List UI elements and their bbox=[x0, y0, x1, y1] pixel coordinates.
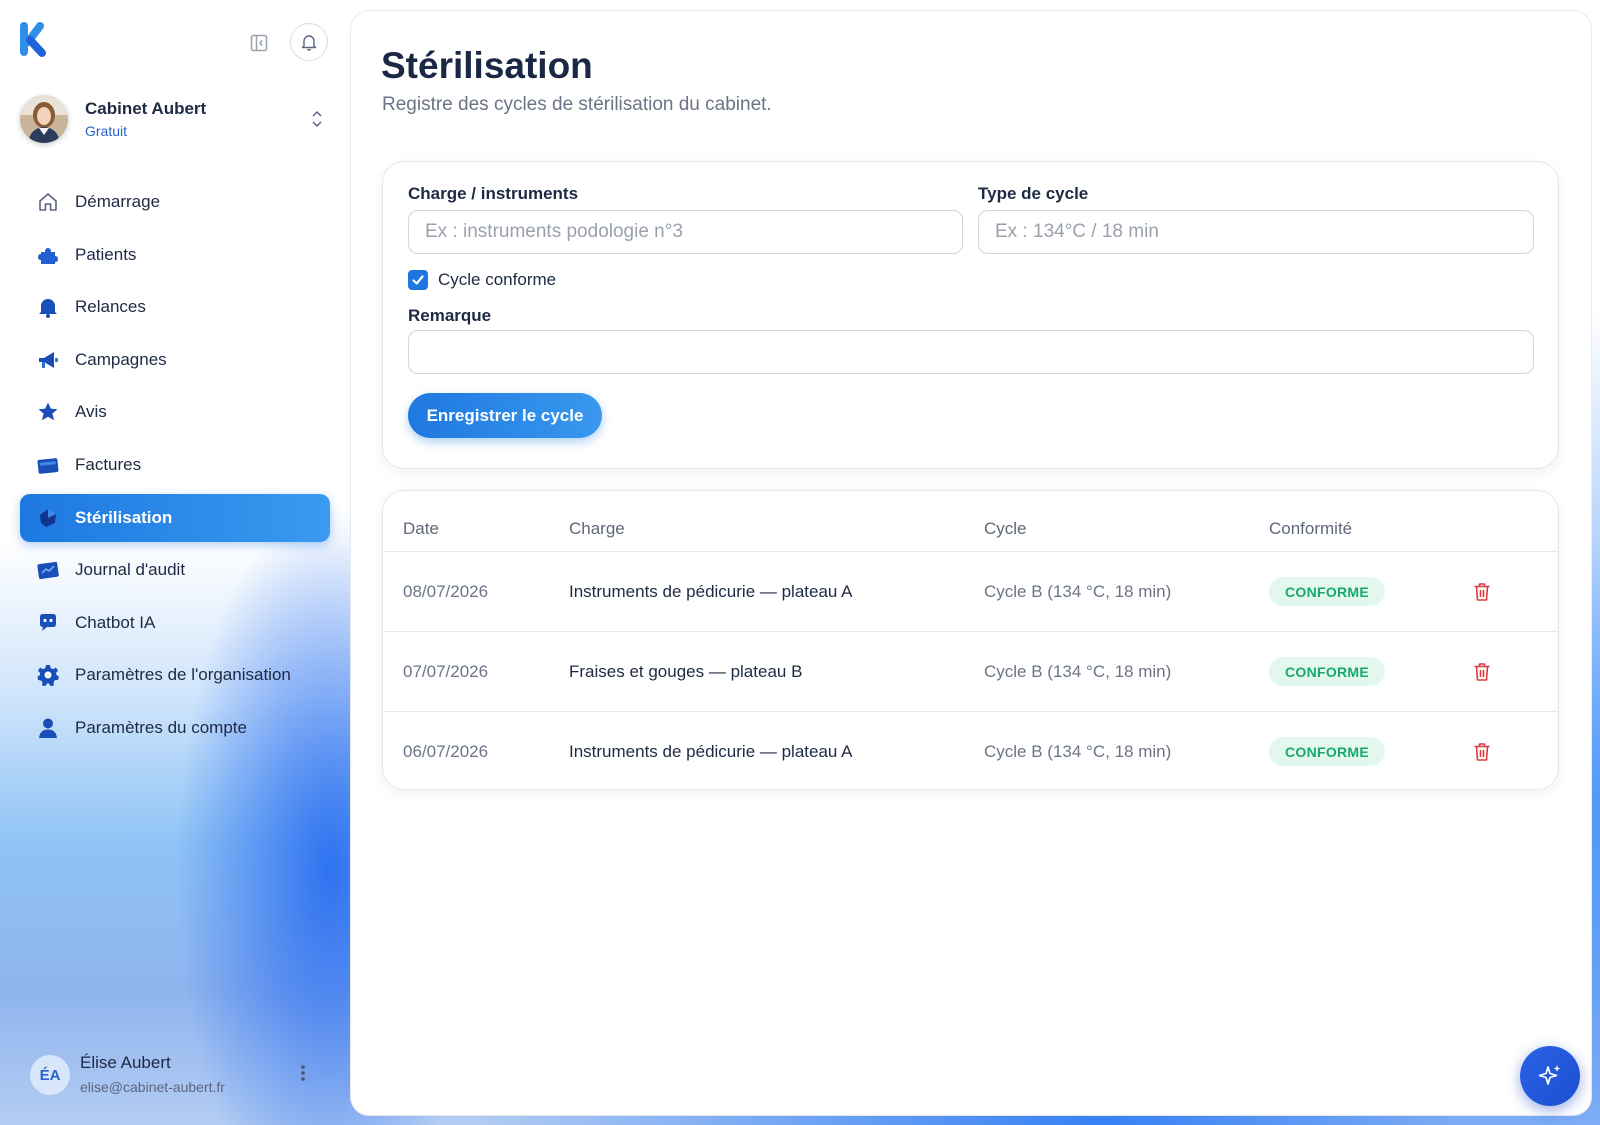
sidebar-item-parametres-organisation[interactable]: Paramètres de l'organisation bbox=[20, 651, 330, 699]
org-avatar bbox=[20, 95, 68, 143]
more-vertical-icon[interactable] bbox=[300, 1063, 306, 1088]
sterilization-form: Charge / instruments Type de cycle Cycle… bbox=[382, 161, 1559, 469]
remarque-input[interactable] bbox=[408, 330, 1534, 374]
delete-button[interactable] bbox=[1471, 581, 1493, 603]
ai-assistant-button[interactable] bbox=[1520, 1046, 1580, 1106]
cycle-conforme-checkbox[interactable] bbox=[408, 270, 428, 290]
cycle-type-input[interactable] bbox=[978, 210, 1534, 254]
user-avatar: ÉA bbox=[30, 1055, 70, 1095]
sidebar-item-label: Démarrage bbox=[75, 192, 161, 211]
sidebar-collapse-icon bbox=[250, 34, 268, 52]
trash-icon bbox=[1474, 743, 1490, 761]
charge-label: Charge / instruments bbox=[408, 184, 579, 203]
sidebar-item-parametres-compte[interactable]: Paramètres du compte bbox=[20, 704, 330, 752]
sidebar-item-chatbot[interactable]: Chatbot IA bbox=[20, 599, 330, 647]
sidebar-item-avis[interactable]: Avis bbox=[20, 388, 330, 436]
sidebar-item-label: Chatbot IA bbox=[75, 612, 156, 632]
sidebar-item-label: Patients bbox=[75, 244, 137, 264]
trash-icon bbox=[1474, 583, 1490, 601]
row-date: 06/07/2026 bbox=[403, 742, 489, 761]
sidebar-item-label: Journal d'audit bbox=[75, 560, 186, 580]
user-profile[interactable]: ÉA Élise Aubert elise@cabinet-aubert.fr bbox=[30, 1053, 330, 1105]
sidebar-item-patients[interactable]: Patients bbox=[20, 231, 330, 279]
charge-input[interactable] bbox=[408, 210, 963, 254]
row-charge: Fraises et gouges — plateau B bbox=[569, 662, 803, 681]
puzzle-icon bbox=[37, 244, 59, 266]
gear-icon bbox=[37, 664, 59, 687]
sidebar-item-demarrage[interactable]: Démarrage bbox=[20, 178, 330, 226]
sidebar-item-label: Paramètres de l'organisation bbox=[75, 665, 291, 685]
cycle-conforme-label[interactable]: Cycle conforme bbox=[438, 270, 556, 290]
org-switcher[interactable]: Cabinet Aubert Gratuit bbox=[20, 95, 330, 145]
user-name: Élise Aubert bbox=[80, 1053, 171, 1072]
journal-icon bbox=[37, 559, 59, 581]
row-cycle: Cycle B (134 °C, 18 min) bbox=[984, 662, 1172, 681]
page-subtitle: Registre des cycles de stérilisation du … bbox=[382, 94, 772, 115]
save-cycle-button[interactable]: Enregistrer le cycle bbox=[408, 393, 602, 438]
sidebar-item-label: Relances bbox=[75, 297, 146, 317]
table-row: 07/07/2026 Fraises et gouges — plateau B… bbox=[383, 631, 1558, 712]
k-logo-icon[interactable] bbox=[18, 20, 48, 58]
invoice-icon bbox=[37, 454, 59, 476]
org-plan: Gratuit bbox=[85, 123, 128, 139]
chatbot-icon bbox=[37, 612, 59, 634]
table-row: 08/07/2026 Instruments de pédicurie — pl… bbox=[383, 551, 1558, 632]
column-header-date: Date bbox=[403, 519, 439, 538]
column-header-charge: Charge bbox=[569, 519, 625, 538]
sidebar: Cabinet Aubert Gratuit Démarrage Patient… bbox=[0, 0, 350, 1125]
row-cycle: Cycle B (134 °C, 18 min) bbox=[984, 742, 1172, 761]
sidebar-item-campagnes[interactable]: Campagnes bbox=[20, 336, 330, 384]
main-panel: Stérilisation Registre des cycles de sté… bbox=[351, 11, 1591, 1115]
row-date: 07/07/2026 bbox=[403, 662, 489, 681]
user-icon bbox=[37, 717, 59, 739]
sidebar-item-factures[interactable]: Factures bbox=[20, 441, 330, 489]
page-title: Stérilisation bbox=[381, 45, 593, 86]
row-charge: Instruments de pédicurie — plateau A bbox=[569, 582, 853, 601]
cycle-type-label: Type de cycle bbox=[978, 184, 1089, 203]
sidebar-item-label: Factures bbox=[75, 454, 142, 474]
org-name: Cabinet Aubert bbox=[85, 99, 207, 118]
bell-icon bbox=[301, 35, 317, 51]
sidebar-item-relances[interactable]: Relances bbox=[20, 283, 330, 331]
remarque-label: Remarque bbox=[408, 306, 492, 325]
sterilization-icon bbox=[37, 507, 59, 529]
sidebar-item-journal-audit[interactable]: Journal d'audit bbox=[20, 546, 330, 594]
megaphone-icon bbox=[37, 349, 59, 371]
row-cycle: Cycle B (134 °C, 18 min) bbox=[984, 582, 1172, 601]
delete-button[interactable] bbox=[1471, 741, 1493, 763]
table-row: 06/07/2026 Instruments de pédicurie — pl… bbox=[383, 711, 1558, 789]
chevron-updown-icon bbox=[310, 109, 324, 134]
notifications-button[interactable] bbox=[290, 23, 328, 61]
column-header-conformite: Conformité bbox=[1269, 519, 1353, 538]
star-icon bbox=[37, 401, 59, 423]
user-email: elise@cabinet-aubert.fr bbox=[80, 1079, 225, 1095]
sparkles-icon bbox=[1538, 1065, 1561, 1085]
sidebar-item-label: Paramètres du compte bbox=[75, 717, 247, 737]
sidebar-collapse-button[interactable] bbox=[248, 32, 270, 54]
sidebar-item-label: Campagnes bbox=[75, 349, 167, 369]
sidebar-item-label: Avis bbox=[75, 402, 107, 422]
row-charge: Instruments de pédicurie — plateau A bbox=[569, 742, 853, 761]
delete-button[interactable] bbox=[1471, 661, 1493, 683]
status-badge: CONFORME bbox=[1269, 577, 1385, 606]
sidebar-nav: Démarrage Patients Relances Campagnes Av… bbox=[20, 178, 330, 757]
sidebar-item-sterilisation[interactable]: Stérilisation bbox=[20, 493, 330, 542]
status-badge: CONFORME bbox=[1269, 657, 1385, 686]
home-icon bbox=[37, 191, 59, 213]
column-header-cycle: Cycle bbox=[984, 519, 1027, 538]
row-date: 08/07/2026 bbox=[403, 582, 489, 601]
trash-icon bbox=[1474, 663, 1490, 681]
cycles-table: Date Charge Cycle Conformité 08/07/2026 … bbox=[382, 490, 1559, 790]
bell-icon bbox=[37, 296, 59, 319]
sidebar-item-label: Stérilisation bbox=[75, 507, 173, 527]
status-badge: CONFORME bbox=[1269, 737, 1385, 766]
checkmark-icon bbox=[412, 275, 424, 285]
